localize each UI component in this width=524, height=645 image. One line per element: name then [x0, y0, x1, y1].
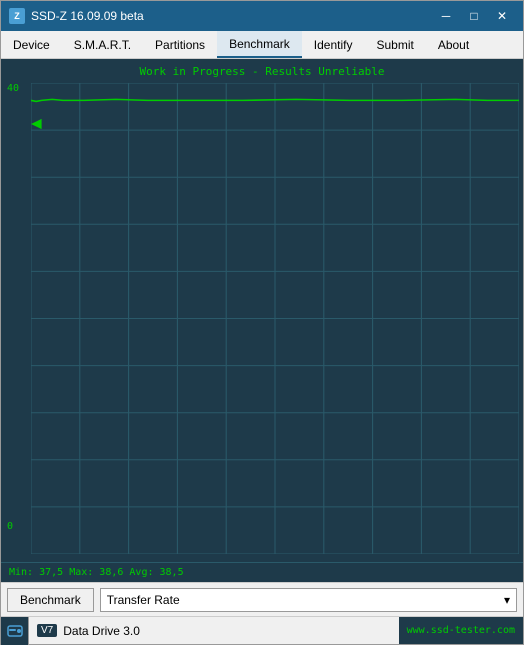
- drive-badge: V7: [37, 624, 57, 637]
- benchmark-button[interactable]: Benchmark: [7, 588, 94, 612]
- chevron-down-icon: ▾: [504, 593, 510, 607]
- drive-icon: [1, 617, 29, 645]
- chart-status: Min: 37,5 Max: 38,6 Avg: 38,5: [1, 562, 523, 582]
- title-bar: Z SSD-Z 16.09.09 beta ─ □ ✕: [1, 1, 523, 31]
- chart-title: Work in Progress - Results Unreliable: [1, 65, 523, 78]
- drive-name: Data Drive 3.0: [63, 624, 140, 638]
- menu-submit[interactable]: Submit: [364, 31, 425, 58]
- menu-identify[interactable]: Identify: [302, 31, 365, 58]
- status-bar: V7 Data Drive 3.0 www.ssd-tester.com: [1, 616, 523, 644]
- drive-label-area: V7 Data Drive 3.0: [29, 624, 399, 638]
- chart-svg-area: [31, 83, 519, 554]
- website-label: www.ssd-tester.com: [399, 617, 523, 644]
- y-axis-max: 40: [7, 83, 19, 94]
- close-button[interactable]: ✕: [489, 6, 515, 26]
- menu-about[interactable]: About: [426, 31, 481, 58]
- transfer-rate-dropdown[interactable]: Transfer Rate ▾: [100, 588, 517, 612]
- menu-smart[interactable]: S.M.A.R.T.: [62, 31, 143, 58]
- y-axis-min: 0: [7, 521, 13, 532]
- maximize-button[interactable]: □: [461, 6, 487, 26]
- minimize-button[interactable]: ─: [433, 6, 459, 26]
- menu-benchmark[interactable]: Benchmark: [217, 31, 302, 58]
- app-title: SSD-Z 16.09.09 beta: [31, 9, 433, 23]
- window-controls: ─ □ ✕: [433, 6, 515, 26]
- main-window: Z SSD-Z 16.09.09 beta ─ □ ✕ Device S.M.A…: [0, 0, 524, 645]
- bottom-toolbar: Benchmark Transfer Rate ▾: [1, 582, 523, 616]
- menu-bar: Device S.M.A.R.T. Partitions Benchmark I…: [1, 31, 523, 59]
- menu-partitions[interactable]: Partitions: [143, 31, 217, 58]
- chart-area: Work in Progress - Results Unreliable 40…: [1, 59, 523, 582]
- chart-container: Work in Progress - Results Unreliable 40…: [1, 59, 523, 562]
- app-icon: Z: [9, 8, 25, 24]
- menu-device[interactable]: Device: [1, 31, 62, 58]
